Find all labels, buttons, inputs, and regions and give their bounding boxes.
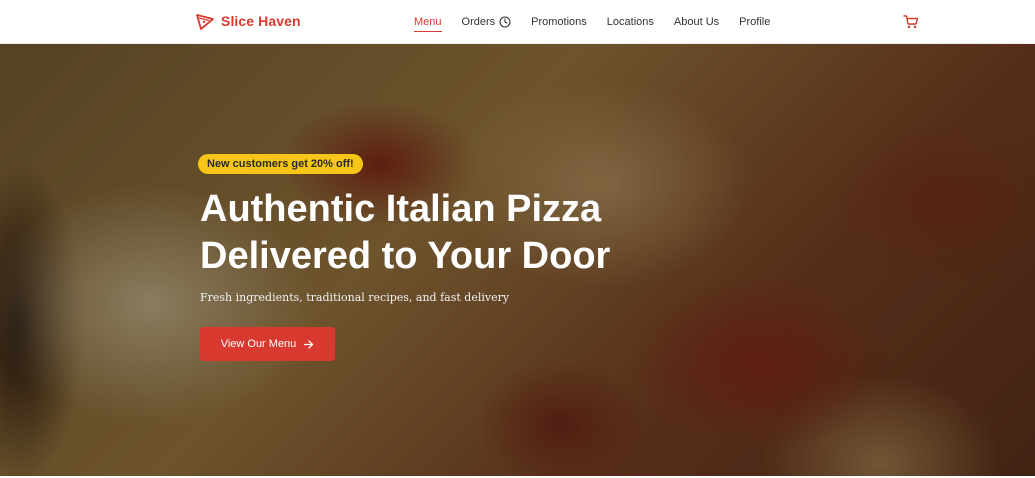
- nav-item-about-us[interactable]: About Us: [674, 0, 719, 44]
- view-menu-button-label: View Our Menu: [220, 338, 297, 350]
- nav-item-label: Promotions: [531, 16, 587, 28]
- nav-item-label: About Us: [673, 16, 720, 28]
- cart-icon[interactable]: [903, 14, 919, 30]
- brand-logo[interactable]: Slice Haven: [195, 11, 301, 31]
- promo-badge: New customers get 20% off!: [198, 154, 363, 174]
- hero-subtitle: Fresh ingredients, traditional recipes, …: [200, 291, 510, 304]
- top-navbar: Slice Haven Menu Orders Promotions Locat…: [0, 0, 1035, 44]
- hero-title: Authentic Italian Pizza Delivered to You…: [200, 186, 720, 280]
- clock-icon: [499, 16, 511, 28]
- nav-item-menu[interactable]: Menu: [414, 0, 442, 44]
- hero-title-line-2: Delivered to Your Door: [200, 235, 611, 277]
- nav-item-promotions[interactable]: Promotions: [531, 0, 587, 44]
- hero-banner: New customers get 20% off! Authentic Ita…: [0, 44, 1035, 476]
- nav-item-orders[interactable]: Orders: [462, 0, 512, 44]
- nav-item-label: Profile: [739, 16, 771, 28]
- view-menu-button[interactable]: View Our Menu: [200, 327, 335, 361]
- nav-item-profile[interactable]: Profile: [739, 0, 770, 44]
- nav-item-label: Locations: [606, 16, 654, 28]
- main-nav: Menu Orders Promotions Locations About U…: [414, 0, 790, 44]
- promo-badge-text: New customers get 20% off!: [207, 158, 354, 170]
- nav-item-locations[interactable]: Locations: [607, 0, 654, 44]
- nav-item-label: Orders: [461, 16, 496, 28]
- hero-title-line-1: Authentic Italian Pizza: [200, 188, 602, 230]
- pizza-slice-icon: [195, 11, 215, 31]
- nav-item-label: Menu: [414, 16, 442, 28]
- brand-name: Slice Haven: [221, 13, 301, 29]
- arrow-right-icon: [303, 339, 314, 350]
